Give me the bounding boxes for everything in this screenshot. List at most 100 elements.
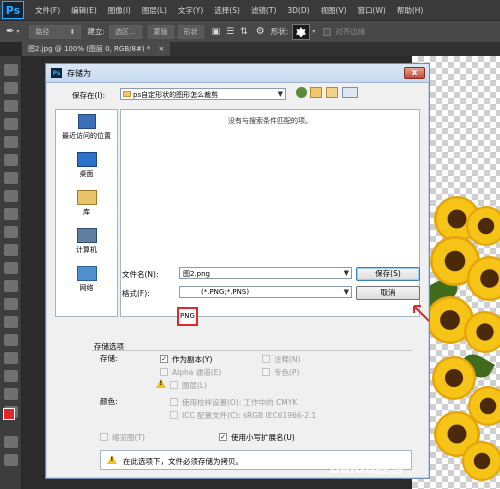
path-arrange-icon[interactable]: ⇅ [240,27,248,37]
make-shape-button[interactable]: 形状 [177,24,204,39]
sunflower-image [466,206,500,246]
eyedropper-tool-icon[interactable] [4,154,18,166]
annotations-checkbox[interactable] [262,355,270,363]
as-copy-checkbox[interactable]: ✓ [160,355,168,363]
menu-filter[interactable]: 滤镜(T) [251,5,276,16]
foreground-color-swatch[interactable] [3,408,15,420]
document-tab-bar: 图2.jpg @ 100% (图层 0, RGB/8#) * × [22,42,500,56]
document-title: 图2.jpg @ 100% (图层 0, RGB/8#) * [28,45,151,53]
dodge-tool-icon[interactable] [4,298,18,310]
type-tool-icon[interactable] [4,334,18,346]
warning-icon: ! [107,455,117,464]
lowercase-ext-checkbox[interactable]: ✓ [219,433,227,441]
alpha-channels-label: Alpha 通道(E) [172,368,222,377]
cloud-shape-icon [296,26,307,37]
pointer-arrow [413,305,430,322]
view-menu-icon[interactable] [342,87,358,98]
format-label: 格式(F): [122,289,150,298]
hand-tool-icon[interactable] [4,388,18,400]
path-ops-icon[interactable]: ▣ [212,27,221,37]
lasso-tool-icon[interactable] [4,100,18,112]
quick-mask-icon[interactable] [4,436,18,448]
chevron-down-icon: ⬍ [69,27,76,36]
menu-window[interactable]: 窗口(W) [358,5,386,16]
close-button[interactable]: x [404,67,425,79]
menu-layer[interactable]: 图层(L) [142,5,167,16]
format-value: PNG [180,312,195,320]
thumbnail-checkbox[interactable] [100,433,108,441]
healing-brush-tool-icon[interactable] [4,172,18,184]
filename-label: 文件名(N): [122,270,159,279]
layers-checkbox[interactable] [170,381,178,389]
lowercase-ext-label: 使用小写扩展名(U) [231,433,295,442]
menu-image[interactable]: 图像(I) [108,5,131,16]
tools-panel [0,56,22,489]
crop-tool-icon[interactable] [4,136,18,148]
save-in-dropdown[interactable]: ps自定形状的图形怎么裁剪 ▼ [120,88,286,100]
save-in-label: 保存在(I): [72,91,106,100]
close-icon[interactable]: × [159,45,165,53]
menu-3d[interactable]: 3D(D) [287,6,309,15]
menu-edit[interactable]: 编辑(E) [71,5,97,16]
gradient-tool-icon[interactable] [4,262,18,274]
custom-shape-tool-icon[interactable] [4,370,18,382]
mode-select[interactable]: 路径 ⬍ [29,24,82,39]
place-network[interactable]: 网络 [56,266,117,293]
icc-profile-checkbox[interactable] [170,411,178,419]
place-recent[interactable]: 最近访问的位置 [56,114,117,141]
gear-icon[interactable]: ⚙ [256,26,265,37]
back-icon[interactable] [296,87,307,98]
photoshop-logo: Ps [2,1,24,19]
chevron-down-icon: ▼ [277,90,283,98]
menu-file[interactable]: 文件(F) [35,5,60,16]
screen-mode-icon[interactable] [4,454,18,466]
make-mask-button[interactable]: 蒙版 [147,24,174,39]
menu-help[interactable]: 帮助(H) [397,5,424,16]
format-dropdown[interactable]: (*.PNG;*.PNS) ▼ [179,286,352,298]
chevron-down-icon: ▼ [343,269,349,277]
path-selection-tool-icon[interactable] [4,352,18,364]
marquee-tool-icon[interactable] [4,82,18,94]
use-proof-checkbox[interactable] [170,398,178,406]
menu-select[interactable]: 选择(S) [214,5,240,16]
annotations-label: 注释(N) [274,355,301,364]
filename-input[interactable]: 图2.png ▼ [179,267,352,279]
eraser-tool-icon[interactable] [4,244,18,256]
make-selection-button[interactable]: 选区... [108,24,142,39]
move-tool-icon[interactable] [4,64,18,76]
save-as-dialog: Ps 存储为 x 保存在(I): ps自定形状的图形怎么裁剪 ▼ 最近访问的位置… [45,63,430,479]
pen-tool-icon[interactable]: ✒ [6,26,14,37]
history-brush-tool-icon[interactable] [4,226,18,238]
clone-stamp-tool-icon[interactable] [4,208,18,220]
cancel-button[interactable]: 取消 [356,286,420,300]
spot-colors-checkbox[interactable] [262,368,270,376]
spot-colors-label: 专色(P) [274,368,300,377]
place-desktop[interactable]: 桌面 [56,152,117,179]
use-proof-label: 使用校样设置(O): 工作中的 CMYK [182,398,298,407]
save-button[interactable]: 保存(S) [356,267,420,281]
desktop-icon [76,152,97,167]
menu-type[interactable]: 文字(Y) [178,5,203,16]
shape-picker[interactable] [292,23,311,40]
blur-tool-icon[interactable] [4,280,18,292]
menu-view[interactable]: 视图(V) [321,5,347,16]
dialog-title-bar[interactable]: Ps 存储为 x [46,64,429,83]
document-tab[interactable]: 图2.jpg @ 100% (图层 0, RGB/8#) * × [22,42,171,56]
new-folder-icon[interactable] [326,87,338,98]
pen-tool-icon[interactable] [4,316,18,328]
places-bar: 最近访问的位置 桌面 库 计算机 网络 [55,109,118,317]
place-libraries[interactable]: 库 [56,190,117,217]
magic-wand-tool-icon[interactable] [4,118,18,130]
library-icon [76,190,97,205]
up-folder-icon[interactable] [310,87,322,98]
chevron-down-icon[interactable]: ▾ [16,28,19,35]
align-edges-checkbox[interactable] [323,27,332,36]
brush-tool-icon[interactable] [4,190,18,202]
path-align-icon[interactable]: ☰ [226,27,234,37]
place-computer[interactable]: 计算机 [56,228,117,255]
save-label: 存储: [100,354,118,363]
chevron-down-icon[interactable]: ▾ [312,28,315,35]
sunflower-image [432,356,476,400]
empty-message: 没有与搜索条件匹配的项。 [228,117,312,125]
alpha-channels-checkbox[interactable] [160,368,168,376]
